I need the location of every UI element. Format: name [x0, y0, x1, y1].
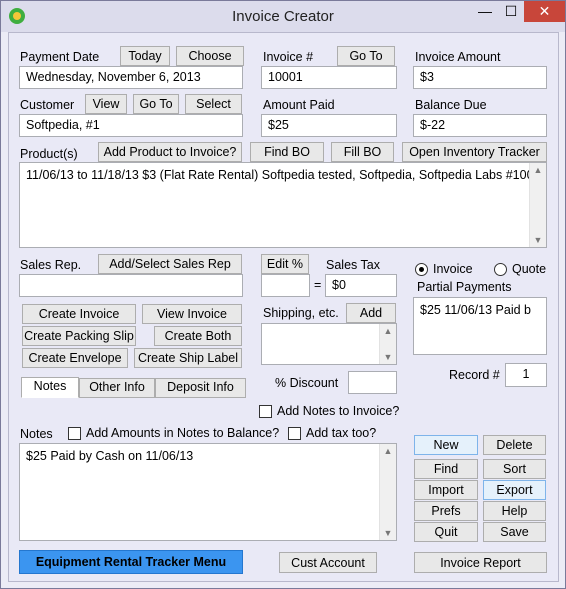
- notes-textarea[interactable]: $25 Paid by Cash on 11/06/13 ▲ ▼: [19, 443, 397, 541]
- partial-payments-list[interactable]: $25 11/06/13 Paid b: [413, 297, 547, 355]
- delete-button[interactable]: Delete: [483, 435, 546, 455]
- record-label: Record #: [449, 368, 500, 382]
- tab-notes[interactable]: Notes: [21, 377, 79, 398]
- find-button[interactable]: Find: [414, 459, 478, 479]
- discount-field[interactable]: [348, 371, 397, 394]
- invoice-report-button[interactable]: Invoice Report: [414, 552, 547, 573]
- customer-goto-button[interactable]: Go To: [133, 94, 179, 114]
- invoice-amount-field[interactable]: $3: [413, 66, 547, 89]
- notes-label: Notes: [20, 427, 53, 441]
- create-both-button[interactable]: Create Both: [154, 326, 242, 346]
- record-number-field[interactable]: 1: [505, 363, 547, 387]
- help-button[interactable]: Help: [483, 501, 546, 521]
- sales-tax-field[interactable]: $0: [325, 274, 397, 297]
- tax-percent-field[interactable]: [261, 274, 310, 297]
- create-ship-label-button[interactable]: Create Ship Label: [134, 348, 242, 368]
- discount-label: % Discount: [275, 376, 339, 390]
- products-textarea[interactable]: 11/06/13 to 11/18/13 $3 (Flat Rate Renta…: [19, 162, 547, 248]
- customer-view-button[interactable]: View: [85, 94, 127, 114]
- add-notes-checkbox[interactable]: [259, 405, 272, 418]
- add-tax-label: Add tax too?: [306, 426, 377, 440]
- amount-paid-field[interactable]: $25: [261, 114, 397, 137]
- quote-radio-label: Quote: [512, 262, 547, 276]
- invoice-radio[interactable]: [415, 263, 428, 276]
- create-invoice-button[interactable]: Create Invoice: [22, 304, 136, 324]
- add-product-button[interactable]: Add Product to Invoice?: [98, 142, 242, 162]
- equipment-rental-tracker-menu-button[interactable]: Equipment Rental Tracker Menu: [19, 550, 243, 574]
- invoice-creator-window: Invoice Creator — ☐ ✕ Payment Date Today…: [0, 0, 566, 589]
- notes-scrollbar[interactable]: ▲ ▼: [379, 444, 396, 540]
- import-button[interactable]: Import: [414, 480, 478, 500]
- customer-select-button[interactable]: Select: [185, 94, 242, 114]
- prefs-button[interactable]: Prefs: [414, 501, 478, 521]
- customer-label: Customer: [20, 98, 75, 112]
- amount-paid-label: Amount Paid: [263, 98, 335, 112]
- today-button[interactable]: Today: [120, 46, 170, 66]
- fill-bo-button[interactable]: Fill BO: [331, 142, 394, 162]
- sales-rep-label: Sales Rep.: [20, 258, 82, 272]
- invoice-amount-label: Invoice Amount: [415, 50, 501, 64]
- create-packing-slip-button[interactable]: Create Packing Slip: [22, 326, 136, 346]
- add-tax-checkbox[interactable]: [288, 427, 301, 440]
- sales-tax-label: Sales Tax: [326, 258, 380, 272]
- shipping-add-button[interactable]: Add: [346, 303, 396, 323]
- quit-button[interactable]: Quit: [414, 522, 478, 542]
- export-button[interactable]: Export: [483, 480, 546, 500]
- invoice-number-label: Invoice #: [263, 50, 314, 64]
- customer-field[interactable]: Softpedia, #1: [19, 114, 243, 137]
- cust-account-button[interactable]: Cust Account: [279, 552, 377, 573]
- edit-tax-percent-button[interactable]: Edit %: [261, 254, 309, 274]
- shipping-scrollbar[interactable]: ▲ ▼: [379, 324, 396, 364]
- choose-date-button[interactable]: Choose: [176, 46, 244, 66]
- quote-radio[interactable]: [494, 263, 507, 276]
- view-invoice-button[interactable]: View Invoice: [142, 304, 242, 324]
- find-bo-button[interactable]: Find BO: [250, 142, 324, 162]
- add-notes-label: Add Notes to Invoice?: [277, 404, 400, 418]
- add-amounts-label: Add Amounts in Notes to Balance?: [86, 426, 280, 440]
- payment-date-field[interactable]: Wednesday, November 6, 2013: [19, 66, 243, 89]
- title-bar: Invoice Creator — ☐ ✕: [1, 1, 565, 32]
- products-scrollbar[interactable]: ▲ ▼: [529, 163, 546, 247]
- shipping-label: Shipping, etc.: [263, 306, 339, 320]
- close-icon[interactable]: ✕: [524, 1, 565, 22]
- invoice-goto-button[interactable]: Go To: [337, 46, 395, 66]
- products-text: 11/06/13 to 11/18/13 $3 (Flat Rate Renta…: [26, 168, 541, 182]
- save-button[interactable]: Save: [483, 522, 546, 542]
- maximize-icon[interactable]: ☐: [498, 1, 524, 22]
- sales-rep-field[interactable]: [19, 274, 243, 297]
- payment-date-label: Payment Date: [20, 50, 100, 64]
- open-inventory-tracker-button[interactable]: Open Inventory Tracker: [402, 142, 547, 162]
- equals-label: =: [314, 278, 322, 292]
- sort-button[interactable]: Sort: [483, 459, 546, 479]
- new-button[interactable]: New: [414, 435, 478, 455]
- balance-due-field[interactable]: $-22: [413, 114, 547, 137]
- partial-payments-label: Partial Payments: [417, 280, 512, 294]
- tab-other-info[interactable]: Other Info: [79, 378, 155, 398]
- invoice-number-field[interactable]: 10001: [261, 66, 397, 89]
- add-select-sales-rep-button[interactable]: Add/Select Sales Rep: [98, 254, 242, 274]
- notes-text: $25 Paid by Cash on 11/06/13: [26, 449, 194, 463]
- tab-deposit-info[interactable]: Deposit Info: [155, 378, 246, 398]
- invoice-radio-label: Invoice: [433, 262, 473, 276]
- shipping-field[interactable]: ▲ ▼: [261, 323, 397, 365]
- add-amounts-checkbox[interactable]: [68, 427, 81, 440]
- balance-due-label: Balance Due: [415, 98, 487, 112]
- products-label: Product(s): [20, 147, 78, 161]
- create-envelope-button[interactable]: Create Envelope: [22, 348, 128, 368]
- minimize-icon[interactable]: —: [472, 1, 498, 22]
